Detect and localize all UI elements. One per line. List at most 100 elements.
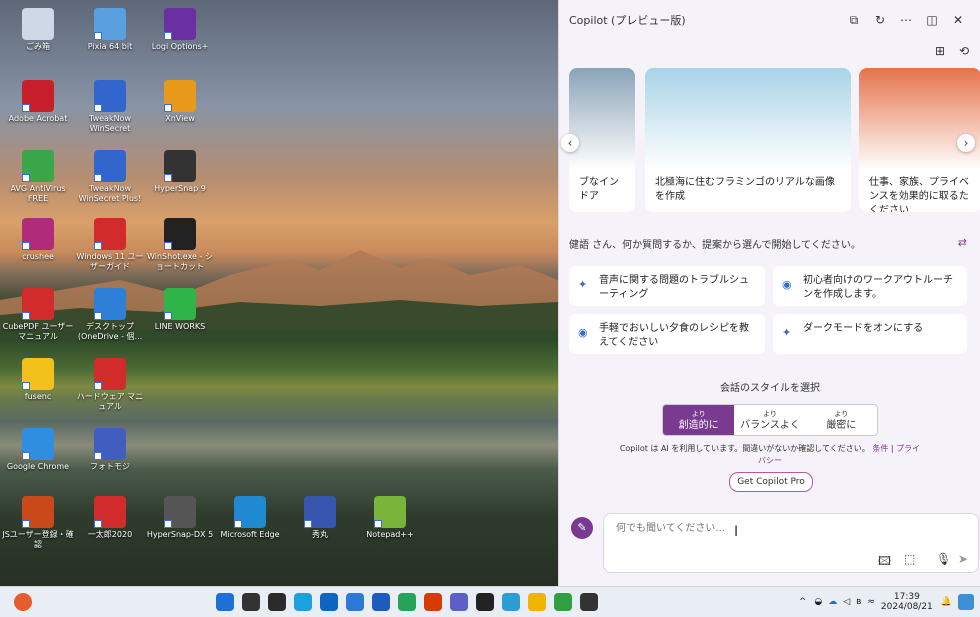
suggestion-text: 音声に関する問題のトラブルシューティング	[599, 275, 749, 300]
app-icon	[234, 496, 266, 528]
app-icon	[164, 218, 196, 250]
desktop-icon[interactable]: XnView	[144, 80, 216, 124]
image-upload-icon[interactable]: 🖾	[878, 552, 891, 573]
refresh-icon[interactable]: ↻	[867, 13, 893, 27]
taskbar-app-icon[interactable]	[424, 593, 442, 611]
app-icon	[94, 150, 126, 182]
desktop-icon[interactable]: Windows 11 ユーザーガイド	[74, 218, 146, 272]
app-icon	[94, 358, 126, 390]
desktop-icon[interactable]: HyperSnap-DX 5	[144, 496, 216, 540]
chat-input[interactable]	[614, 522, 918, 535]
desktop-icon[interactable]: デスクトップ (OneDrive - 個...	[74, 288, 146, 342]
desktop-icon-label: ハードウェア マニュアル	[76, 392, 144, 411]
style-option[interactable]: より バランスよく	[734, 405, 805, 435]
taskbar-app-icon[interactable]	[216, 593, 234, 611]
taskbar-app-icon[interactable]	[580, 593, 598, 611]
desktop: ごみ箱 Pixia 64 bit Logi Options+ Adobe Acroba…	[0, 0, 558, 586]
microphone-icon[interactable]: 🎙	[936, 552, 951, 566]
suggestion-chip[interactable]: ✦ 音声に関する問題のトラブルシューティング	[569, 266, 765, 306]
desktop-icon-label: HyperSnap 9	[154, 184, 206, 193]
disclaimer-text: Copilot は AI を利用しています。間違いがないか確認してください。	[619, 444, 870, 453]
suggestion-chip[interactable]: ◉ 初心者向けのワークアウトルーチンを作成します。	[773, 266, 967, 306]
get-copilot-pro-button[interactable]: Get Copilot Pro	[729, 472, 813, 492]
clock[interactable]: 17:39 2024/08/21	[881, 592, 933, 612]
desktop-icon[interactable]: HyperSnap 9	[144, 150, 216, 194]
screenshot-icon[interactable]: ⬚	[904, 552, 915, 566]
apps-icon[interactable]: ⊞	[927, 44, 953, 58]
onedrive-icon[interactable]: ☁	[828, 597, 837, 607]
desktop-icon[interactable]: Notepad++	[354, 496, 426, 540]
carousel-card[interactable]: ブなインドア	[569, 68, 635, 212]
taskbar-app-icon[interactable]	[346, 593, 364, 611]
carousel-next-button[interactable]: ›	[957, 134, 975, 152]
desktop-icon[interactable]: LINE WORKS	[144, 288, 216, 332]
taskbar-app-icon[interactable]	[242, 593, 260, 611]
desktop-icon[interactable]: Pixia 64 bit	[74, 8, 146, 52]
suggestion-chip[interactable]: ✦ ダークモードをオンにする	[773, 314, 967, 354]
app-icon	[164, 80, 196, 112]
desktop-icon[interactable]: Logi Options+	[144, 8, 216, 52]
desktop-icon[interactable]: フォトモジ	[74, 428, 146, 472]
chat-input-box[interactable]: I 🖾 ⬚ 🎙 ➤	[603, 513, 979, 573]
desktop-icon[interactable]: WinShot.exe - ショートカット	[144, 218, 216, 272]
taskbar-app-icon[interactable]	[372, 593, 390, 611]
app-icon	[164, 496, 196, 528]
terms-link[interactable]: 条件	[872, 444, 888, 453]
desktop-icon[interactable]: TweakNow WinSecret	[74, 80, 146, 134]
history-icon[interactable]: ⟲	[951, 44, 977, 58]
taskbar-app-icon[interactable]	[554, 593, 572, 611]
desktop-icon-label: Windows 11 ユーザーガイド	[76, 252, 144, 271]
copilot-taskbar-icon[interactable]	[958, 594, 974, 610]
desktop-icon[interactable]: Adobe Acrobat	[2, 80, 74, 124]
carousel-prev-button[interactable]: ‹	[561, 134, 579, 152]
suggestion-chip[interactable]: ◉ 手軽でおいしい夕食のレシピを教えてください	[569, 314, 765, 354]
send-icon[interactable]: ➤	[958, 552, 968, 566]
desktop-icon[interactable]: AVG AntiVirus FREE	[2, 150, 74, 204]
desktop-icon[interactable]: crushee	[2, 218, 74, 262]
taskbar-app-icon[interactable]	[268, 593, 286, 611]
desktop-icon[interactable]: 秀丸	[284, 496, 356, 540]
network-icon[interactable]: ◒	[814, 597, 822, 607]
app-icon	[374, 496, 406, 528]
new-topic-button[interactable]: ✎	[571, 517, 593, 539]
desktop-icon[interactable]: fusenc	[2, 358, 74, 402]
chevron-up-icon[interactable]: ^	[799, 597, 807, 607]
taskbar-app-icon[interactable]	[398, 593, 416, 611]
app-icon	[94, 218, 126, 250]
desktop-icon[interactable]: Microsoft Edge	[214, 496, 286, 540]
volume-icon[interactable]: ◁	[843, 597, 850, 607]
taskbar-app-icon[interactable]	[294, 593, 312, 611]
desktop-icon[interactable]: CubePDF ユーザーマニュアル	[2, 288, 74, 342]
app-icon	[22, 358, 54, 390]
taskbar: ^ ◒ ☁ ◁ ʙ ≈ 17:39 2024/08/21 🔔	[0, 586, 980, 617]
desktop-icon-label: JSユーザー登録・確認	[2, 530, 74, 549]
separator: |	[890, 444, 894, 453]
sidebar-toggle-icon[interactable]: ◫	[919, 13, 945, 27]
taskbar-app-icon[interactable]	[450, 593, 468, 611]
app-icon	[22, 428, 54, 460]
taskbar-app-icon[interactable]	[502, 593, 520, 611]
desktop-icon[interactable]: Google Chrome	[2, 428, 74, 472]
taskbar-app-icon[interactable]	[476, 593, 494, 611]
notification-bell-icon[interactable]: 🔔	[941, 597, 952, 607]
desktop-icon[interactable]: ごみ箱	[2, 8, 74, 52]
style-option[interactable]: より 厳密に	[806, 405, 877, 435]
taskbar-app-icon[interactable]	[320, 593, 338, 611]
desktop-icon[interactable]: TweakNow WinSecret Plus!	[74, 150, 146, 204]
bluetooth-icon[interactable]: ʙ	[856, 597, 861, 607]
desktop-icon[interactable]: ハードウェア マニュアル	[74, 358, 146, 412]
more-icon[interactable]: ⋯	[893, 13, 919, 27]
wifi-icon[interactable]: ≈	[867, 597, 875, 607]
close-icon[interactable]: ✕	[945, 13, 971, 27]
widgets-icon[interactable]	[14, 593, 32, 611]
desktop-icon-label: fusenc	[24, 392, 52, 401]
refresh-suggestions-icon[interactable]: ⇄	[958, 236, 967, 249]
open-external-icon[interactable]: ⧉	[841, 13, 867, 28]
suggestion-text: 初心者向けのワークアウトルーチンを作成します。	[803, 275, 953, 300]
desktop-icon-label: TweakNow WinSecret Plus!	[78, 184, 142, 203]
style-option[interactable]: より 創造的に	[663, 405, 735, 435]
desktop-icon[interactable]: JSユーザー登録・確認	[2, 496, 74, 550]
carousel-card[interactable]: 北極海に住むフラミンゴのリアルな画像を作成	[645, 68, 851, 212]
desktop-icon[interactable]: 一太郎2020	[74, 496, 146, 540]
taskbar-app-icon[interactable]	[528, 593, 546, 611]
